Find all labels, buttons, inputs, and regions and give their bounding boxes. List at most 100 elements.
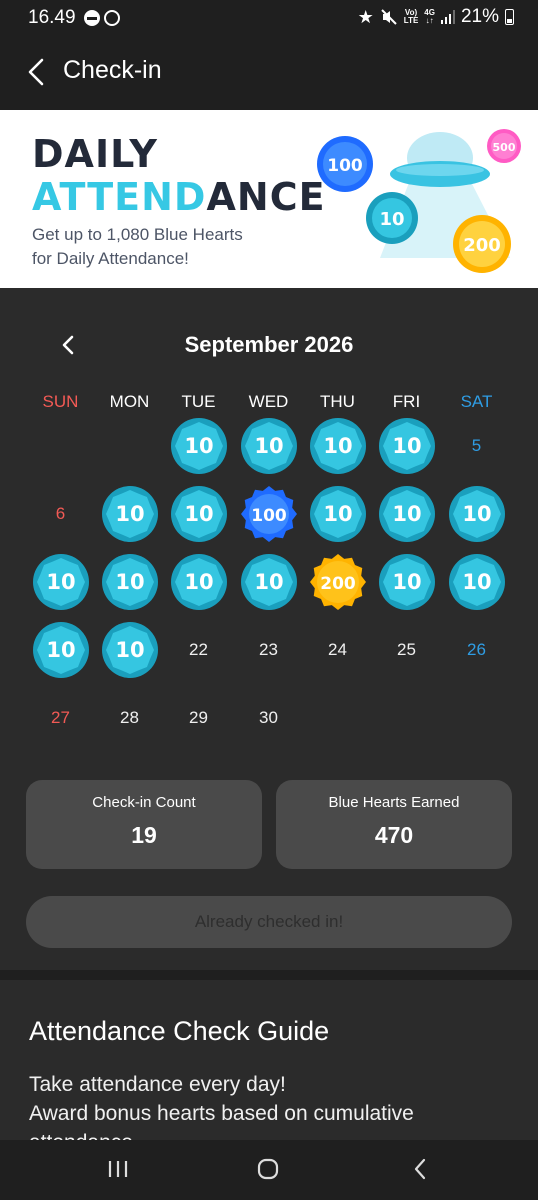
reward-badge-value: 200 <box>320 574 356 594</box>
reward-badge-teal: 10 <box>240 418 297 474</box>
signal-icon <box>440 10 455 24</box>
checkin-count-card: Check-in Count 19 <box>26 780 262 869</box>
weekday-fri: FRI <box>392 392 421 411</box>
reward-badge-teal: 10 <box>378 486 435 542</box>
app-bar: Check-in <box>0 38 538 110</box>
home-button[interactable] <box>248 1154 288 1184</box>
reward-badge-teal: 10 <box>101 486 158 542</box>
calendar-day-cell[interactable]: 10 <box>95 480 164 548</box>
guide-text: Take attendance every day! Award bonus h… <box>29 1073 414 1140</box>
calendar-day-cell[interactable]: 10 <box>95 616 164 684</box>
battery-icon <box>505 9 514 25</box>
reward-badge-teal: 10 <box>32 554 89 610</box>
reward-badge-teal: 10 <box>32 622 89 678</box>
day-number: 27 <box>51 708 70 727</box>
reward-badge-value: 10 <box>115 638 144 662</box>
calendar-day-cell[interactable]: 10 <box>164 548 233 616</box>
weekday-tue: TUE <box>181 392 216 411</box>
banner-illustration: 100 500 10 200 <box>317 129 521 273</box>
calendar-day-cell[interactable]: 26 <box>442 616 511 684</box>
weekday-mon: MON <box>109 392 150 411</box>
calendar-day-cell[interactable]: 10 <box>26 616 95 684</box>
volte-indicator: Vo) LTE <box>403 8 419 25</box>
reward-badge-value: 10 <box>115 502 144 526</box>
guide-title: Attendance Check Guide <box>29 1016 330 1046</box>
banner-title-line1: DAILY <box>32 132 158 176</box>
banner-badge-100: 100 <box>317 136 373 192</box>
day-number: 25 <box>397 640 416 659</box>
reward-badge-value: 10 <box>392 434 421 458</box>
calendar-day-cell[interactable]: 10 <box>164 412 233 480</box>
day-number: 28 <box>120 708 139 727</box>
nav-back-icon <box>414 1158 426 1180</box>
reward-badge-value: 10 <box>462 570 491 594</box>
reward-badge-value: 10 <box>115 570 144 594</box>
reward-badge-teal: 10 <box>448 554 505 610</box>
calendar-day-cell[interactable]: 6 <box>26 480 95 548</box>
calendar-day-cell[interactable]: 23 <box>234 616 303 684</box>
day-number: 30 <box>259 708 278 727</box>
reward-badge-teal: 10 <box>448 486 505 542</box>
calendar-day-cell[interactable]: 10 <box>372 548 441 616</box>
banner-title-line2: ATTENDANCE <box>32 175 326 219</box>
reward-badge-value: 10 <box>392 570 421 594</box>
reward-badge-teal: 10 <box>101 622 158 678</box>
page-title: Check-in <box>63 56 162 84</box>
net-type-indicator: 4G ↓↑ <box>424 8 435 25</box>
blue-hearts-card: Blue Hearts Earned 470 <box>276 780 512 869</box>
calendar-section: September 2026 SUN MON TUE WED THU FRI SAT 10 1… <box>0 288 538 970</box>
calendar-day-cell[interactable]: 200 <box>303 548 372 616</box>
reward-badge-teal: 10 <box>101 554 158 610</box>
calendar-day-cell[interactable]: 10 <box>234 412 303 480</box>
svg-text:200: 200 <box>463 235 501 256</box>
reward-badge-value: 10 <box>462 502 491 526</box>
svg-text:500: 500 <box>493 141 516 154</box>
calendar-day-cell[interactable]: 24 <box>303 616 372 684</box>
calendar-day-cell[interactable]: 10 <box>442 548 511 616</box>
back-arrow-icon <box>28 58 44 86</box>
system-nav-bar <box>0 1140 538 1200</box>
calendar-day-cell[interactable]: 29 <box>164 684 233 752</box>
calendar-day-cell[interactable]: 30 <box>234 684 303 752</box>
reward-badge-gold: 200 <box>309 554 366 610</box>
back-button[interactable] <box>20 54 52 90</box>
calendar-day-cell[interactable]: 10 <box>26 548 95 616</box>
weekday-wed: WED <box>248 392 289 411</box>
banner-subtitle: Get up to 1,080 Blue Hearts for Daily At… <box>32 225 243 268</box>
nav-back-button[interactable] <box>400 1154 440 1184</box>
weekday-sat: SAT <box>460 392 493 411</box>
calendar-month-label: September 2026 <box>184 332 354 357</box>
calendar-day-cell[interactable]: 10 <box>303 480 372 548</box>
calendar-day-cell[interactable]: 10 <box>442 480 511 548</box>
day-number: 22 <box>189 640 208 659</box>
calendar-day-cell[interactable]: 10 <box>372 480 441 548</box>
calendar-day-cell[interactable]: 22 <box>164 616 233 684</box>
calendar-day-cell[interactable]: 10 <box>372 412 441 480</box>
calendar-day-cell[interactable]: 10 <box>303 412 372 480</box>
calendar-day-cell[interactable]: 25 <box>372 616 441 684</box>
checkin-count-label: Check-in Count <box>92 794 196 811</box>
whatsapp-icon <box>104 10 120 26</box>
reward-badge-value: 10 <box>392 502 421 526</box>
status-bar: 16.49 ★ Vo) LTE 4G ↓↑ 21% <box>0 0 538 38</box>
weekday-thu: THU <box>320 392 355 411</box>
calendar-day-cell[interactable]: 5 <box>442 412 511 480</box>
checkin-count-value: 19 <box>131 822 157 848</box>
recent-apps-button[interactable] <box>98 1154 138 1184</box>
reward-badge-teal: 10 <box>378 418 435 474</box>
day-number: 23 <box>259 640 278 659</box>
calendar-day-cell[interactable]: 28 <box>95 684 164 752</box>
calendar-day-cell[interactable]: 10 <box>95 548 164 616</box>
reward-badge-value: 10 <box>254 570 283 594</box>
reward-badge-blue: 100 <box>240 486 297 542</box>
daily-attendance-banner: DAILY ATTENDANCE Get up to 1,080 Blue He… <box>0 110 538 288</box>
day-number: 29 <box>189 708 208 727</box>
calendar-day-cell[interactable]: 10 <box>234 548 303 616</box>
reward-badge-value: 10 <box>46 570 75 594</box>
calendar-day-cell[interactable]: 100 <box>234 480 303 548</box>
already-checked-in-button[interactable]: Already checked in! <box>26 896 512 948</box>
calendar-day-cell[interactable]: 10 <box>164 480 233 548</box>
attendance-guide-section: Attendance Check Guide Take attendance e… <box>0 980 538 1140</box>
calendar-day-cell[interactable]: 27 <box>26 684 95 752</box>
reward-badge-teal: 10 <box>170 486 227 542</box>
